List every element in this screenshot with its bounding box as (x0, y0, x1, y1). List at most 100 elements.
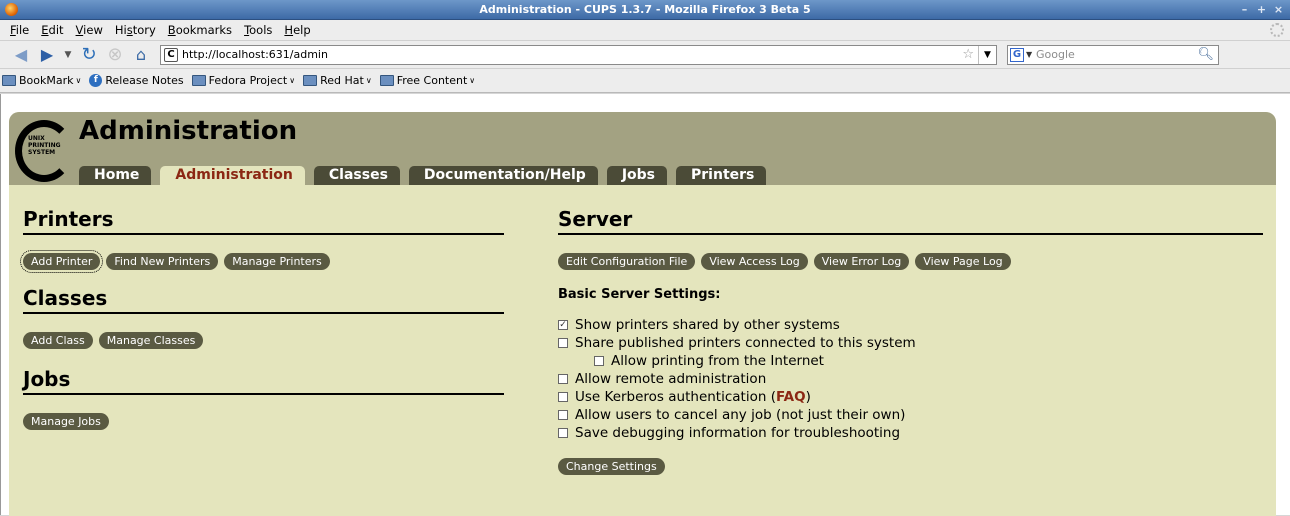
left-column: Printers Add Printer Find New Printers M… (19, 185, 504, 430)
close-icon[interactable]: × (1271, 2, 1286, 17)
bookmark-fedora-project[interactable]: Fedora Project ∨ (191, 74, 296, 87)
page-title: Administration (79, 116, 298, 146)
menu-tools-label: ools (249, 23, 273, 37)
menu-help[interactable]: Help (278, 23, 316, 37)
manage-printers-button[interactable]: Manage Printers (224, 253, 330, 270)
faq-link[interactable]: FAQ (776, 388, 806, 406)
checkbox[interactable] (558, 374, 568, 384)
page-content: UNIX PRINTING SYSTEM Administration Home A… (0, 94, 1290, 516)
bookmark-label: BookMark (19, 74, 74, 87)
folder-icon (2, 75, 16, 86)
site-icon: C (164, 47, 178, 62)
menu-tools[interactable]: Tools (238, 23, 278, 37)
search-bar[interactable]: G ▼ Google 🔍︎ (1007, 44, 1219, 65)
navigation-toolbar: ◀ ▶ ▼ ↻ ⊗ ⌂ C http://localhost:631/admin… (0, 41, 1290, 69)
manage-jobs-button[interactable]: Manage Jobs (23, 413, 109, 430)
menu-history[interactable]: History (109, 23, 162, 37)
back-arrow-icon[interactable]: ◀ (10, 44, 32, 66)
tab-printers[interactable]: Printers (676, 166, 767, 185)
search-engine-selector[interactable]: G ▼ (1008, 47, 1036, 62)
menu-file-label: ile (15, 23, 30, 37)
menu-help-label: elp (293, 23, 311, 37)
checkbox-checked[interactable]: ✓ (558, 320, 568, 330)
google-icon: G (1010, 47, 1024, 62)
window-controls: – + × (1237, 2, 1286, 17)
setting-cancel-any-job: Allow users to cancel any job (not just … (558, 406, 1263, 424)
tab-jobs[interactable]: Jobs (606, 166, 668, 185)
setting-kerberos: Use Kerberos authentication (FAQ) (558, 388, 1263, 406)
bookmark-label: Free Content (396, 74, 468, 87)
bookmarks-toolbar: BookMark ∨ f Release Notes Fedora Project ∨… (0, 69, 1290, 93)
cups-logo[interactable]: UNIX PRINTING SYSTEM (15, 120, 75, 182)
view-page-log-button[interactable]: View Page Log (915, 253, 1011, 270)
search-placeholder[interactable]: Google (1036, 48, 1075, 61)
logo-line: UNIX (28, 135, 45, 142)
setting-label: Show printers shared by other systems (575, 317, 840, 333)
menu-file[interactable]: File (4, 23, 35, 37)
tab-home[interactable]: Home (79, 166, 152, 185)
menu-history-label: tory (132, 23, 156, 37)
url-text[interactable]: http://localhost:631/admin (182, 48, 328, 61)
edit-configuration-file-button[interactable]: Edit Configuration File (558, 253, 696, 270)
tab-classes[interactable]: Classes (313, 166, 400, 185)
find-new-printers-button[interactable]: Find New Printers (106, 253, 219, 270)
folder-icon (379, 75, 394, 86)
folder-icon (303, 75, 318, 86)
menu-bookmarks-accel: B (167, 23, 176, 37)
bookmark-star-icon[interactable]: ☆ (962, 47, 974, 62)
setting-label: Allow remote administration (575, 371, 767, 387)
menu-edit[interactable]: Edit (35, 23, 69, 37)
setting-label-suffix: ) (805, 389, 811, 405)
logo-line: SYSTEM (28, 149, 56, 156)
folder-icon (191, 75, 206, 86)
reload-icon[interactable]: ↻ (78, 44, 100, 66)
add-class-button[interactable]: Add Class (23, 332, 93, 349)
checkbox[interactable] (558, 410, 568, 420)
server-settings-list: ✓ Show printers shared by other systems … (558, 316, 1263, 442)
menu-bookmarks[interactable]: Bookmarks (162, 23, 238, 37)
checkbox[interactable] (594, 356, 604, 366)
stop-icon[interactable]: ⊗ (104, 44, 126, 66)
fedora-icon: f (89, 74, 103, 87)
bookmark-label: Release Notes (105, 74, 184, 87)
view-error-log-button[interactable]: View Error Log (813, 253, 910, 270)
forward-arrow-icon[interactable]: ▶ (36, 44, 58, 66)
view-access-log-button[interactable]: View Access Log (701, 253, 808, 270)
add-printer-button[interactable]: Add Printer (19, 250, 104, 273)
setting-label: Use Kerberos authentication ( (575, 389, 776, 405)
throbber-icon (1270, 23, 1284, 37)
chevron-down-icon: ∨ (365, 76, 372, 85)
checkbox[interactable] (558, 338, 568, 348)
classes-heading: Classes (23, 270, 504, 314)
bookmark-release-notes[interactable]: f Release Notes (89, 74, 184, 87)
bookmark-bookmark[interactable]: BookMark ∨ (2, 74, 81, 87)
tab-administration[interactable]: Administration (160, 166, 305, 185)
firefox-icon[interactable] (5, 3, 18, 16)
bookmark-red-hat[interactable]: Red Hat ∨ (303, 74, 372, 87)
bookmark-label: Fedora Project (208, 74, 288, 87)
printers-heading: Printers (23, 185, 504, 235)
bookmark-free-content[interactable]: Free Content ∨ (379, 74, 475, 87)
url-dropdown-icon[interactable]: ▼ (978, 45, 996, 64)
setting-label: Save debugging information for troublesh… (575, 425, 901, 441)
jobs-heading: Jobs (23, 349, 504, 395)
maximize-icon[interactable]: + (1254, 2, 1269, 17)
change-settings-button[interactable]: Change Settings (558, 458, 665, 475)
minimize-icon[interactable]: – (1237, 2, 1252, 17)
classes-buttons: Add Class Manage Classes (23, 332, 504, 349)
home-icon[interactable]: ⌂ (130, 44, 152, 66)
manage-classes-button[interactable]: Manage Classes (98, 332, 204, 349)
checkbox[interactable] (558, 428, 568, 438)
setting-remote-admin: Allow remote administration (558, 370, 1263, 388)
search-icon[interactable]: 🔍︎ (1197, 47, 1214, 62)
cups-page: UNIX PRINTING SYSTEM Administration Home A… (9, 112, 1276, 516)
chevron-down-icon: ∨ (289, 76, 296, 85)
printers-buttons: Add Printer Find New Printers Manage Pri… (19, 250, 504, 273)
checkbox[interactable] (558, 392, 568, 402)
menu-view[interactable]: View (70, 23, 109, 37)
setting-share-published-printers: Share published printers connected to th… (558, 334, 1263, 352)
menu-bar: File Edit View History Bookmarks Tools H… (0, 20, 1290, 41)
url-bar[interactable]: C http://localhost:631/admin ☆ ▼ (160, 44, 997, 65)
tab-documentation-help[interactable]: Documentation/Help (408, 166, 598, 185)
history-dropdown-icon[interactable]: ▼ (62, 44, 74, 66)
